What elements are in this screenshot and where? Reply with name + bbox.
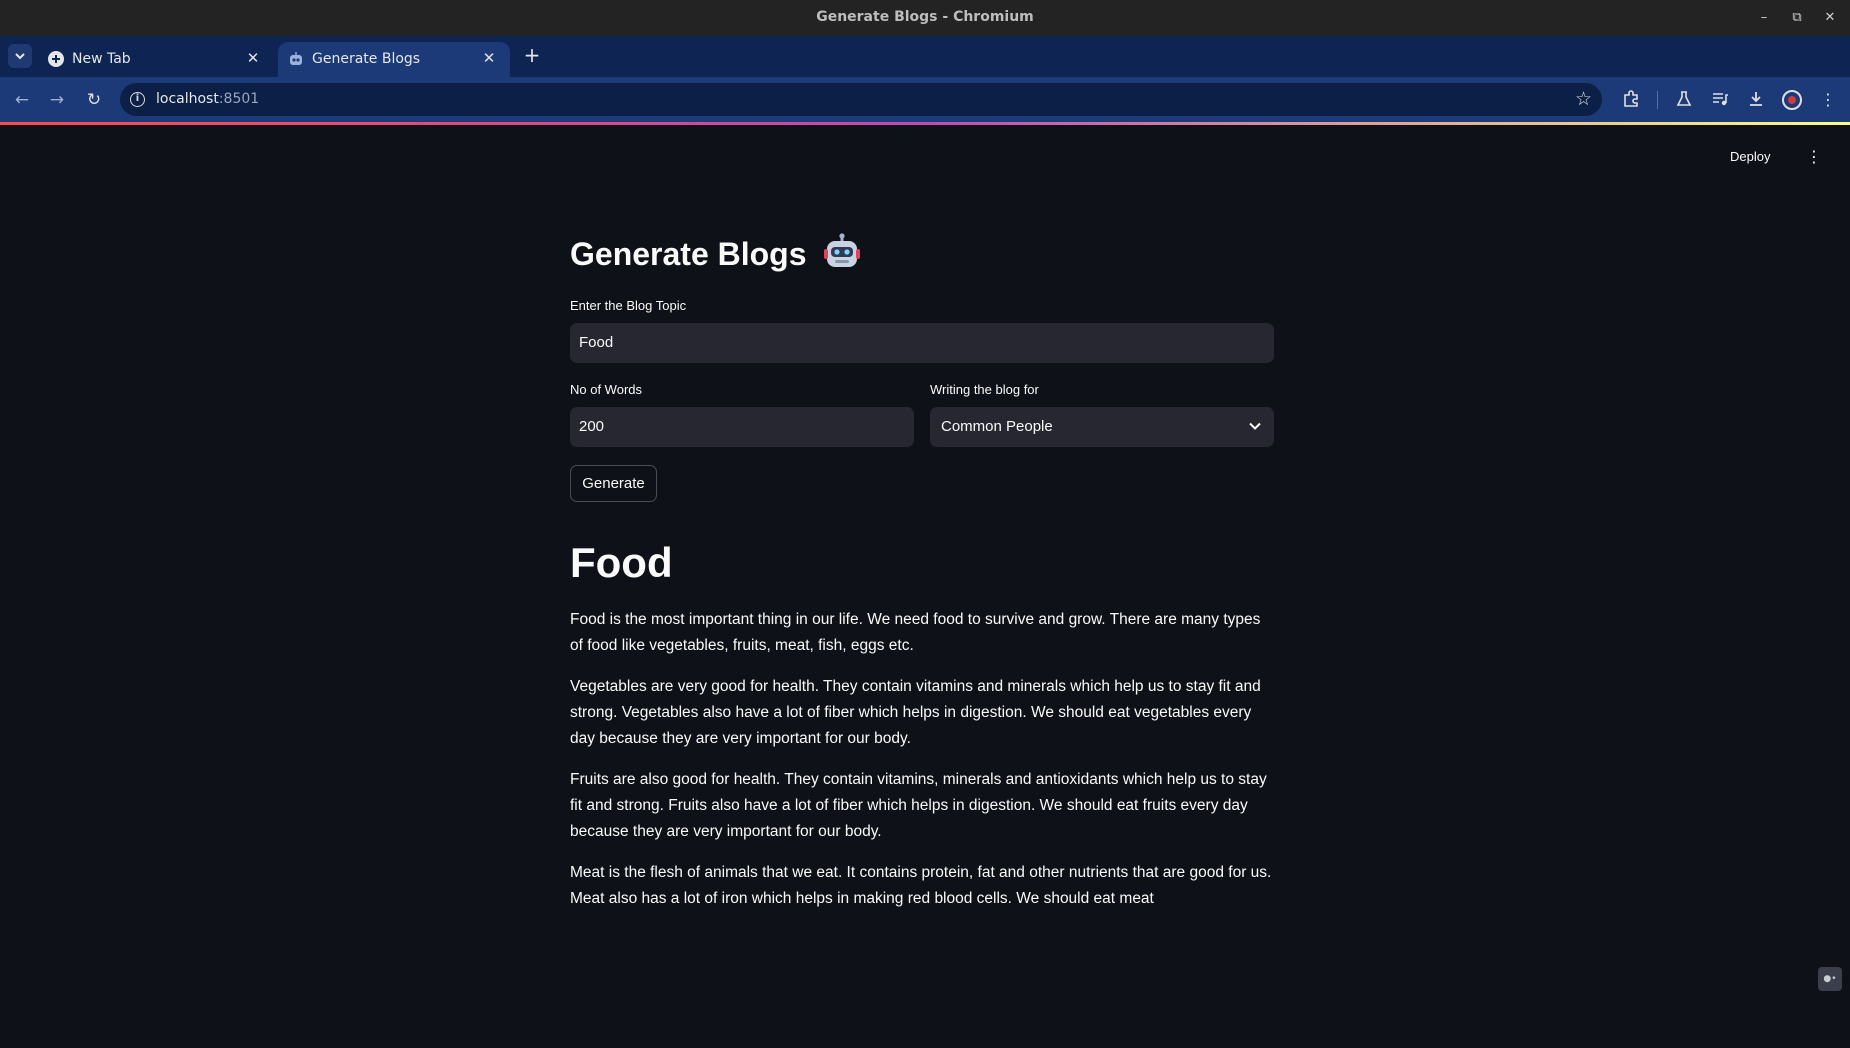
back-icon[interactable]: ← <box>11 89 33 111</box>
restore-icon[interactable]: ⧉ <box>1787 8 1807 28</box>
tab-new-tab[interactable]: New Tab ✕ <box>38 42 274 77</box>
audience-select-value: Common People <box>941 418 1053 435</box>
robot-favicon-icon <box>288 51 304 67</box>
address-url[interactable]: localhost:8501 <box>156 91 259 107</box>
blog-topic-label: Enter the Blog Topic <box>570 298 687 313</box>
url-host: localhost <box>156 91 219 107</box>
chevron-down-icon <box>1248 419 1262 433</box>
media-icon[interactable] <box>1709 89 1731 111</box>
extensions-icon[interactable] <box>1620 89 1642 111</box>
blog-paragraph: Meat is the flesh of animals that we eat… <box>570 864 1272 907</box>
blog-paragraph: Fruits are also good for health. They co… <box>570 771 1267 840</box>
tab-generate-blogs[interactable]: Generate Blogs ✕ <box>278 42 510 77</box>
blog-paragraph: Food is the most important thing in our … <box>570 611 1261 654</box>
tab-search-icon[interactable] <box>8 44 32 68</box>
minimize-icon[interactable]: – <box>1754 8 1774 28</box>
window-title: Generate Blogs - Chromium <box>816 9 1034 25</box>
new-tab-icon[interactable]: + <box>520 44 544 68</box>
word-count-label: No of Words <box>570 382 643 397</box>
browser-menu-icon[interactable]: ⋮ <box>1817 89 1839 111</box>
tab-label: Generate Blogs <box>312 51 421 67</box>
blog-paragraph: Vegetables are very good for health. The… <box>570 678 1261 747</box>
app-page: Deploy ⋮ Generate Blogs Enter the Blog T… <box>0 125 1850 1048</box>
toolbar-separator <box>1657 91 1658 109</box>
app-menu-icon[interactable]: ⋮ <box>1806 148 1822 166</box>
window-close-icon[interactable]: ✕ <box>1820 8 1840 28</box>
forward-icon[interactable]: → <box>46 89 68 111</box>
status-widget-icon[interactable]: ●• <box>1818 967 1842 991</box>
url-port: :8501 <box>218 91 260 107</box>
new-tab-favicon-icon <box>48 51 64 67</box>
word-count-input[interactable]: 200 <box>570 407 914 447</box>
page-title-text: Generate Blogs <box>570 236 807 272</box>
blog-title: Food <box>570 539 673 586</box>
bookmark-star-icon[interactable]: ☆ <box>1575 88 1592 110</box>
labs-icon[interactable] <box>1673 89 1695 111</box>
site-info-icon[interactable]: i <box>130 92 145 107</box>
address-bar[interactable]: i localhost:8501 ☆ <box>120 83 1602 116</box>
reload-icon[interactable]: ↻ <box>83 89 105 111</box>
tab-label: New Tab <box>72 51 131 67</box>
blog-topic-input[interactable]: Food <box>570 323 1274 363</box>
deploy-button[interactable]: Deploy <box>1730 149 1770 164</box>
close-icon[interactable]: ✕ <box>480 49 498 67</box>
page-title: Generate Blogs <box>570 233 861 273</box>
tab-strip: New Tab ✕ Generate Blogs ✕ + <box>0 36 1850 77</box>
generate-button[interactable]: Generate <box>570 465 657 502</box>
audience-label: Writing the blog for <box>930 382 1039 397</box>
robot-icon <box>823 233 861 271</box>
close-icon[interactable]: ✕ <box>244 49 262 67</box>
download-icon[interactable] <box>1745 89 1767 111</box>
browser-toolbar: ← → ↻ i localhost:8501 ☆ ⋮ <box>0 77 1850 122</box>
profile-icon[interactable] <box>1781 89 1803 111</box>
audience-select[interactable]: Common People <box>930 407 1274 447</box>
window-titlebar: Generate Blogs - Chromium – ⧉ ✕ <box>0 0 1850 36</box>
